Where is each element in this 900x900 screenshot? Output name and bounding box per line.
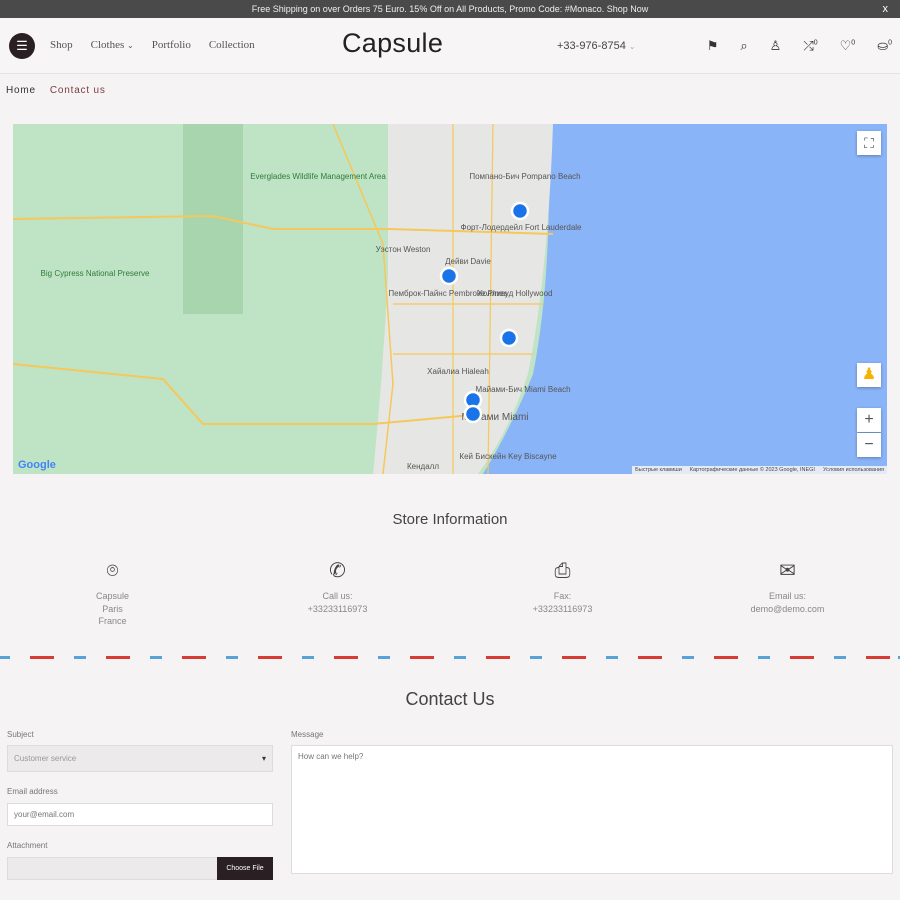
fullscreen-button[interactable]: ⛶	[857, 131, 881, 155]
nav-portfolio[interactable]: Portfolio	[152, 39, 191, 51]
map-marker[interactable]	[499, 328, 519, 348]
map-label: Майами-Бич Miami Beach	[475, 385, 570, 394]
map-label: Everglades Wildlife Management Area	[250, 172, 386, 181]
fax-label: Fax:	[553, 591, 572, 601]
phone-number: +33-976-8754	[557, 40, 626, 52]
compare-count: 0	[813, 39, 818, 47]
nav-shop[interactable]: Shop	[50, 39, 73, 51]
contact-title: Contact Us	[405, 689, 495, 709]
email-label: Email address	[7, 787, 58, 796]
address-line: Paris	[102, 603, 123, 614]
zoom-out-button[interactable]: −	[857, 433, 881, 457]
logo[interactable]: Capsule	[342, 28, 443, 59]
map-marker[interactable]	[439, 266, 459, 286]
cart-icon[interactable]: ⛀0	[877, 38, 892, 54]
chevron-down-icon: ⌄	[127, 41, 134, 50]
nav-collection[interactable]: Collection	[209, 39, 255, 51]
map-label: Форт-Лодердейл Fort Lauderdale	[461, 223, 583, 232]
map-marker[interactable]	[463, 404, 483, 424]
map-canvas[interactable]: Форт-Лодердейл Fort Lauderdale Помпано-Б…	[13, 124, 887, 474]
attachment-label: Attachment	[7, 841, 48, 850]
map-label: Помпано-Бич Pompano Beach	[469, 172, 580, 181]
map-data-text: Картографические данные © 2023 Google, I…	[689, 467, 815, 473]
divider	[0, 656, 900, 659]
email-input[interactable]	[7, 803, 273, 826]
email-label: Email us:	[768, 591, 806, 601]
breadcrumb-current: Contact us	[49, 85, 106, 96]
store-info-title: Store Information	[392, 511, 508, 528]
subject-select[interactable]: Customer service ▾	[7, 745, 273, 772]
chevron-down-icon: ⌄	[628, 42, 636, 51]
phone-dropdown[interactable]: +33-976-8754 ⌄	[557, 40, 636, 52]
store-email: ✉ Email us: demo@demo.com	[675, 560, 900, 628]
cart-count: 0	[888, 39, 892, 47]
map-pin-icon: ⌾	[106, 560, 119, 582]
flag-icon[interactable]: ⚑	[707, 38, 719, 54]
breadcrumb: Home Contact us	[6, 85, 106, 96]
hamburger-menu-icon[interactable]: ☰	[9, 33, 35, 59]
breadcrumb-home[interactable]: Home	[6, 85, 36, 96]
phone-icon: ✆	[329, 560, 346, 582]
map-label: Кендалл	[407, 462, 439, 471]
subject-label: Subject	[7, 730, 34, 739]
nav-clothes-label: Clothes	[90, 39, 125, 51]
announcement-text: Free Shipping on over Orders 75 Euro. 15…	[251, 4, 649, 14]
map-park	[183, 124, 243, 314]
map-marker[interactable]	[510, 201, 530, 221]
map-label: Пемброк-Пайнс Pembroke Pines	[388, 289, 507, 298]
caret-down-icon: ▾	[261, 754, 266, 763]
close-announcement-button[interactable]: x	[883, 0, 889, 18]
address-line: France	[98, 616, 127, 626]
site-header: ☰ Shop Clothes ⌄ Portfolio Collection Ca…	[0, 18, 900, 74]
fax-number: +33233116973	[532, 603, 593, 614]
map-label: Big Cypress National Preserve	[41, 269, 150, 278]
wishlist-icon[interactable]: ♡0	[840, 38, 856, 54]
nav-clothes[interactable]: Clothes ⌄	[91, 39, 134, 51]
phone-link[interactable]: +33233116973	[225, 603, 450, 616]
zoom-in-button[interactable]: +	[857, 408, 881, 432]
map-attribution: Быстрые клавиши Картографические данные …	[632, 466, 887, 474]
main-nav: Shop Clothes ⌄ Portfolio Collection	[50, 39, 255, 51]
keyboard-shortcuts-link[interactable]: Быстрые клавиши	[635, 467, 682, 473]
wishlist-count: 0	[851, 39, 856, 47]
message-label: Message	[291, 730, 324, 739]
subject-value: Customer service	[14, 754, 77, 763]
map-label: Хайалиа Hialeah	[427, 367, 489, 376]
store-info: ⌾ Capsule Paris France ✆ Call us: +3323311697…	[0, 560, 900, 628]
map-label: Уэстон Weston	[376, 245, 431, 254]
compare-icon[interactable]: ⤮0	[803, 38, 817, 54]
choose-file-button[interactable]: Choose File	[217, 857, 273, 880]
envelope-icon: ✉	[779, 560, 796, 582]
store-phone: ✆ Call us: +33233116973	[225, 560, 450, 628]
printer-icon: ⎙	[554, 560, 571, 582]
map-label: Кей Бискейн Key Biscayne	[459, 452, 557, 461]
google-logo: Google	[18, 459, 56, 471]
attachment-input[interactable]	[7, 857, 218, 880]
terms-link[interactable]: Условия использования	[823, 467, 884, 473]
google-map[interactable]: Форт-Лодердейл Fort Lauderdale Помпано-Б…	[13, 124, 887, 474]
map-label: Дейви Davie	[445, 257, 491, 266]
address-line: Capsule	[95, 591, 130, 601]
store-address: ⌾ Capsule Paris France	[0, 560, 225, 628]
search-icon[interactable]: ⌕	[740, 38, 747, 54]
store-fax: ⎙ Fax: +33233116973	[450, 560, 675, 628]
user-icon[interactable]: ♙	[770, 38, 782, 54]
message-textarea[interactable]	[291, 745, 893, 874]
street-view-pegman-icon[interactable]: ♟	[857, 363, 881, 387]
email-link[interactable]: demo@demo.com	[675, 603, 900, 616]
announcement-bar: Free Shipping on over Orders 75 Euro. 15…	[0, 0, 900, 18]
phone-label: Call us:	[322, 591, 353, 601]
